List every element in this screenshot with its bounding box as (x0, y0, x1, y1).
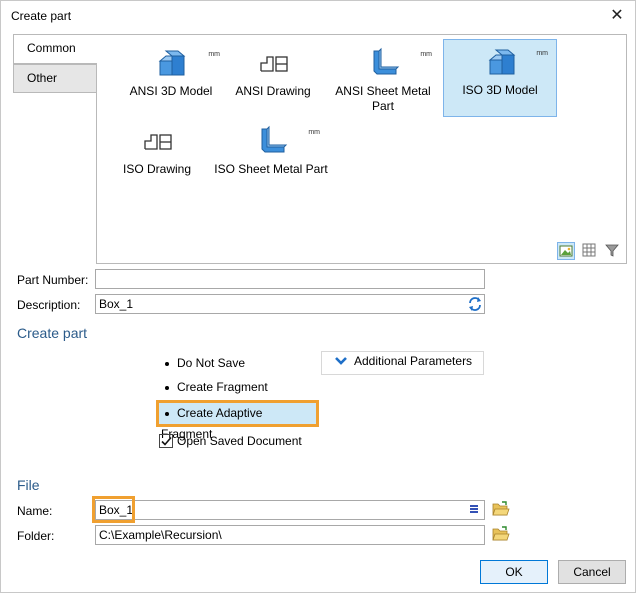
3d-model-icon (488, 49, 516, 75)
option-create-adaptive-fragment[interactable]: Create Adaptive Fragment (156, 400, 319, 441)
sheet-metal-icon (373, 47, 400, 75)
cancel-button[interactable]: Cancel (558, 560, 626, 584)
title-bar: Create part ✕ (1, 1, 635, 31)
filter-icon[interactable] (604, 242, 622, 260)
part-number-label: Part Number: (17, 273, 89, 287)
template-gallery: mm ANSI 3D Model ANSI Drawing mm ANSI Sh… (96, 34, 627, 264)
3d-model-icon (158, 50, 186, 76)
description-input[interactable]: Box_1 (95, 294, 485, 314)
template-label: ANSI Sheet Metal Part (335, 84, 431, 113)
close-icon[interactable]: ✕ (603, 3, 631, 29)
tab-common[interactable]: Common (13, 34, 97, 64)
chevron-down-icon (335, 357, 347, 365)
create-part-dialog: Create part ✕ Common Other mm ANSI 3D Mo… (0, 0, 636, 593)
folder-input[interactable]: C:\Example\Recursion\ (95, 525, 485, 545)
bullet-icon (165, 385, 169, 390)
bullet-icon (165, 361, 169, 366)
drawing-icon (144, 134, 172, 150)
name-highlight (92, 496, 135, 523)
part-number-input[interactable] (95, 269, 485, 289)
folder-open-icon[interactable] (492, 526, 510, 542)
unit-label: mm (308, 129, 320, 136)
template-ansi-sheet-metal-part[interactable]: mm ANSI Sheet Metal Part (326, 41, 440, 119)
sheet-metal-icon (261, 125, 288, 153)
additional-parameters-button[interactable]: Additional Parameters (321, 351, 484, 375)
folder-open-icon[interactable] (492, 501, 510, 517)
folder-label: Folder: (17, 529, 55, 543)
open-saved-document-checkbox[interactable]: Open Saved Document (159, 433, 302, 449)
template-label: ISO Sheet Metal Part (214, 162, 328, 176)
dialog-title: Create part (11, 9, 72, 23)
ok-button[interactable]: OK (480, 560, 548, 584)
template-label: ANSI 3D Model (129, 84, 213, 98)
checkbox-box[interactable] (159, 433, 173, 448)
description-label: Description: (17, 298, 81, 312)
template-label: ISO 3D Model (462, 83, 538, 97)
grid-view-icon[interactable] (581, 242, 599, 260)
bullet-icon (165, 411, 169, 416)
template-ansi-drawing[interactable]: ANSI Drawing (216, 41, 330, 119)
large-icons-view-icon[interactable] (557, 242, 576, 260)
create-part-section-title: Create part (17, 325, 88, 341)
option-do-not-save[interactable]: Do Not Save (161, 353, 245, 373)
tab-other[interactable]: Other (13, 64, 97, 93)
name-input[interactable]: Box_1 (95, 500, 485, 520)
file-section-title: File (17, 477, 40, 493)
template-iso-3d-model[interactable]: mm ISO 3D Model (443, 39, 557, 117)
template-label: ANSI Drawing (235, 84, 311, 98)
option-label: Do Not Save (177, 356, 246, 370)
open-saved-document-label: Open Saved Document (177, 434, 302, 448)
drawing-icon (260, 56, 288, 72)
refresh-icon[interactable] (467, 296, 483, 312)
template-ansi-3d-model[interactable]: mm ANSI 3D Model (114, 41, 228, 119)
option-create-fragment[interactable]: Create Fragment (161, 377, 268, 397)
unit-label: mm (536, 50, 548, 57)
template-label: ISO Drawing (122, 162, 192, 176)
template-iso-sheet-metal-part[interactable]: mm ISO Sheet Metal Part (214, 119, 328, 197)
option-label: Create Fragment (177, 380, 268, 394)
unit-label: mm (420, 51, 432, 58)
view-mode-toolbar (555, 242, 622, 260)
list-icon[interactable] (469, 504, 479, 514)
name-label: Name: (17, 504, 53, 518)
template-iso-drawing[interactable]: ISO Drawing (100, 119, 214, 197)
additional-parameters-label: Additional Parameters (354, 354, 473, 368)
checkmark-icon (161, 436, 172, 446)
